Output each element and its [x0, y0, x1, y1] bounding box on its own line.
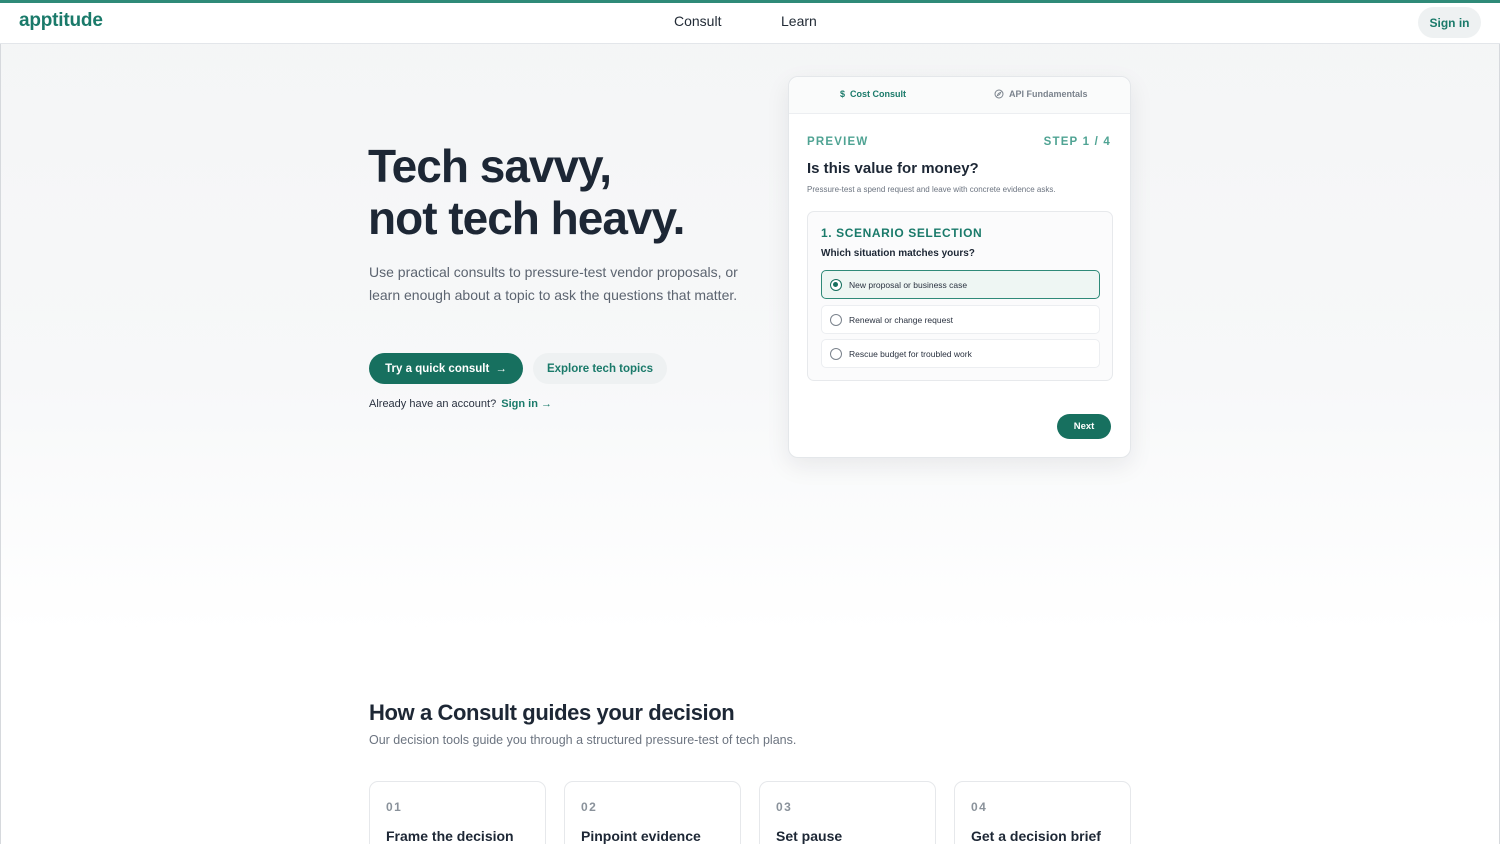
preview-tabs: $ Cost Consult API Fundamentals: [789, 77, 1130, 114]
preview-card: $ Cost Consult API Fundamentals PREVIEW …: [788, 76, 1131, 458]
step-card: 03 Set pause: [759, 781, 936, 844]
account-prompt: Already have an account? Sign in →: [369, 398, 552, 410]
try-consult-label: Try a quick consult: [385, 362, 490, 375]
step-number: 04: [971, 800, 988, 814]
hero-title-line-2: not tech heavy.: [368, 192, 685, 244]
step-number: 01: [386, 800, 403, 814]
scenario-title: 1. SCENARIO SELECTION: [821, 226, 983, 240]
scenario-question: Which situation matches yours?: [821, 248, 975, 259]
preview-description: Pressure-test a spend request and leave …: [807, 185, 1056, 194]
arrow-right-icon: →: [541, 398, 552, 410]
tab-cost-consult-label: Cost Consult: [850, 89, 907, 99]
radio-selected[interactable]: [830, 278, 842, 291]
step-card: 04 Get a decision brief: [954, 781, 1131, 844]
step-number: 02: [581, 800, 598, 814]
next-button[interactable]: Next: [1057, 414, 1111, 439]
step-name: Set pause: [776, 828, 843, 844]
tab-cost-consult[interactable]: $ Cost Consult: [840, 89, 906, 99]
radio[interactable]: [830, 313, 842, 326]
signin-link-label: Sign in: [501, 398, 538, 410]
arrow-right-icon: →: [495, 362, 507, 375]
preview-question: Is this value for money?: [807, 160, 979, 177]
preview-label: PREVIEW: [807, 136, 869, 148]
try-consult-button[interactable]: Try a quick consult →: [369, 353, 523, 384]
nav-link-consult[interactable]: Consult: [674, 13, 721, 29]
option-new-proposal[interactable]: New proposal or business case: [821, 270, 1100, 299]
scenario-selection: 1. SCENARIO SELECTION Which situation ma…: [807, 211, 1113, 381]
hero-subtitle: Use practical consults to pressure-test …: [369, 264, 738, 303]
tab-api-fundamentals-label: API Fundamentals: [1009, 89, 1088, 99]
account-prompt-text: Already have an account?: [369, 398, 497, 410]
explore-topics-button[interactable]: Explore tech topics: [533, 353, 667, 384]
step-indicator: STEP 1 / 4: [1043, 136, 1111, 148]
how-section-title: How a Consult guides your decision: [369, 700, 735, 725]
dollar-icon: $: [840, 89, 846, 99]
radio[interactable]: [830, 347, 842, 360]
signin-link[interactable]: Sign in →: [501, 398, 552, 410]
step-name: Pinpoint evidence: [581, 828, 701, 844]
signin-button[interactable]: Sign in: [1418, 7, 1481, 38]
step-number: 03: [776, 800, 793, 814]
hero-title: Tech savvy, not tech heavy.: [368, 140, 788, 244]
how-section-subtitle: Our decision tools guide you through a s…: [369, 733, 797, 747]
nav-link-learn[interactable]: Learn: [781, 13, 817, 29]
top-nav: apptitude Consult Learn Sign in: [0, 3, 1500, 44]
step-name: Frame the decision: [386, 828, 514, 844]
compass-icon: [994, 89, 1004, 99]
step-card: 01 Frame the decision: [369, 781, 546, 844]
hero-title-line-1: Tech savvy,: [368, 140, 612, 192]
option-label: Rescue budget for troubled work: [849, 348, 972, 359]
left-border: [0, 44, 1, 844]
step-card: 02 Pinpoint evidence: [564, 781, 741, 844]
tab-api-fundamentals[interactable]: API Fundamentals: [994, 89, 1088, 99]
option-rescue-budget[interactable]: Rescue budget for troubled work: [821, 339, 1100, 368]
option-renewal[interactable]: Renewal or change request: [821, 305, 1100, 334]
logo[interactable]: apptitude: [19, 10, 103, 32]
option-label: Renewal or change request: [849, 314, 953, 325]
option-label: New proposal or business case: [849, 279, 968, 290]
step-name: Get a decision brief: [971, 828, 1101, 844]
